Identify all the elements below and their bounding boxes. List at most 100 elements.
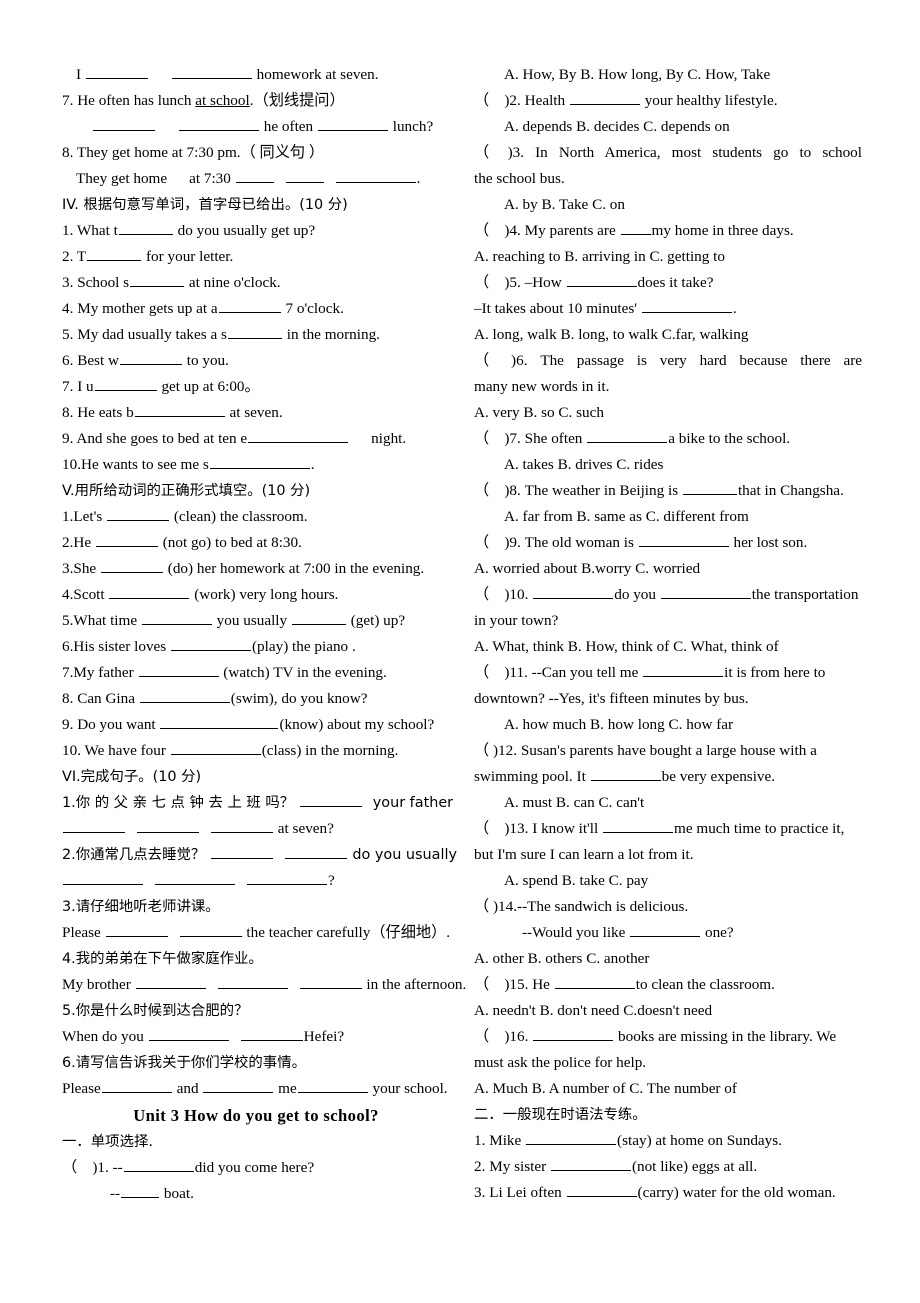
answer-blank[interactable] bbox=[63, 820, 125, 833]
choice-line[interactable]: A. by B. Take C. on bbox=[474, 192, 862, 218]
answer-bracket[interactable]: （ )2. Health bbox=[474, 92, 565, 109]
answer-blank[interactable] bbox=[134, 404, 225, 417]
answer-bracket[interactable]: （ )16. bbox=[474, 1028, 528, 1045]
answer-blank[interactable] bbox=[590, 768, 661, 781]
choice-line[interactable]: A. long, walk B. long, to walk C.far, wa… bbox=[474, 322, 862, 348]
choice-line[interactable]: A. far from B. same as C. different from bbox=[474, 504, 862, 530]
answer-bracket[interactable]: （ )4. My parents are bbox=[474, 222, 616, 239]
answer-blank[interactable] bbox=[121, 1185, 160, 1198]
answer-blank[interactable] bbox=[139, 690, 230, 703]
answer-blank[interactable] bbox=[299, 794, 362, 807]
answer-blank[interactable] bbox=[638, 534, 729, 547]
answer-blank[interactable] bbox=[227, 326, 282, 339]
answer-bracket[interactable]: （ )10. bbox=[474, 586, 528, 603]
answer-blank[interactable] bbox=[554, 976, 635, 989]
line-text: A. How, By B. How long, By C. How, Take bbox=[504, 66, 771, 83]
answer-blank[interactable] bbox=[179, 924, 242, 937]
answer-blank[interactable] bbox=[248, 430, 349, 443]
answer-blank[interactable] bbox=[620, 222, 651, 235]
line-text: 6. Best w bbox=[62, 352, 119, 369]
answer-bracket[interactable]: （ )1. -- bbox=[62, 1159, 123, 1176]
question-line: （ )16. books are missing in the library.… bbox=[474, 1024, 862, 1050]
answer-blank[interactable] bbox=[569, 92, 640, 105]
choice-line[interactable]: A. spend B. take C. pay bbox=[474, 868, 862, 894]
answer-blank[interactable] bbox=[284, 846, 347, 859]
choice-line[interactable]: A. depends B. decides C. depends on bbox=[474, 114, 862, 140]
choice-line[interactable]: A. What, think B. How, think of C. What,… bbox=[474, 634, 862, 660]
answer-bracket[interactable]: （ )11. --Can you tell me bbox=[474, 664, 638, 681]
answer-blank[interactable] bbox=[211, 820, 273, 833]
answer-blank[interactable] bbox=[138, 664, 219, 677]
answer-blank[interactable] bbox=[123, 1159, 194, 1172]
answer-blank[interactable] bbox=[299, 976, 362, 989]
answer-blank[interactable] bbox=[566, 1184, 637, 1197]
answer-blank[interactable] bbox=[218, 300, 281, 313]
choice-line[interactable]: A. reaching to B. arriving in C. getting… bbox=[474, 244, 862, 270]
answer-blank[interactable] bbox=[297, 1080, 368, 1093]
answer-blank[interactable] bbox=[130, 274, 185, 287]
answer-blank[interactable] bbox=[533, 1028, 614, 1041]
answer-blank[interactable] bbox=[240, 1028, 303, 1041]
answer-blank[interactable] bbox=[235, 170, 274, 183]
answer-blank[interactable] bbox=[137, 820, 199, 833]
choice-line[interactable]: A. takes B. drives C. rides bbox=[474, 452, 862, 478]
answer-blank[interactable] bbox=[533, 586, 614, 599]
answer-blank[interactable] bbox=[171, 638, 251, 651]
answer-bracket[interactable]: （ )7. She often bbox=[474, 430, 582, 447]
answer-blank[interactable] bbox=[566, 274, 637, 287]
answer-blank[interactable] bbox=[630, 924, 701, 937]
choice-line[interactable]: A. must B. can C. can't bbox=[474, 790, 862, 816]
answer-blank[interactable] bbox=[203, 1080, 274, 1093]
answer-blank[interactable] bbox=[335, 170, 416, 183]
answer-blank[interactable] bbox=[217, 976, 288, 989]
answer-blank[interactable] bbox=[119, 352, 182, 365]
answer-blank[interactable] bbox=[210, 846, 273, 859]
answer-blank[interactable] bbox=[641, 300, 732, 313]
answer-blank[interactable] bbox=[643, 664, 724, 677]
answer-blank[interactable] bbox=[587, 430, 668, 443]
answer-blank[interactable] bbox=[93, 118, 155, 131]
answer-blank[interactable] bbox=[135, 976, 206, 989]
answer-blank[interactable] bbox=[660, 586, 751, 599]
answer-blank[interactable] bbox=[160, 716, 279, 729]
answer-blank[interactable] bbox=[526, 1132, 617, 1145]
line-text: 6.请写信告诉我关于你们学校的事情。 bbox=[62, 1055, 306, 1071]
answer-bracket[interactable]: （ )5. –How bbox=[474, 274, 562, 291]
answer-blank[interactable] bbox=[101, 1080, 172, 1093]
choice-line[interactable]: A. Much B. A number of C. The number of bbox=[474, 1076, 862, 1102]
answer-blank[interactable] bbox=[171, 66, 252, 79]
answer-blank[interactable] bbox=[95, 534, 158, 547]
answer-blank[interactable] bbox=[209, 456, 310, 469]
choice-line[interactable]: A. other B. others C. another bbox=[474, 946, 862, 972]
answer-blank[interactable] bbox=[105, 924, 168, 937]
answer-bracket[interactable]: （ )8. The weather in Beijing is bbox=[474, 482, 678, 499]
choice-line[interactable]: A. very B. so C. such bbox=[474, 400, 862, 426]
answer-blank[interactable] bbox=[550, 1158, 631, 1171]
answer-blank[interactable] bbox=[141, 612, 212, 625]
answer-blank[interactable] bbox=[285, 170, 324, 183]
answer-blank[interactable] bbox=[118, 222, 173, 235]
answer-blank[interactable] bbox=[682, 482, 737, 495]
answer-bracket[interactable]: （ )9. The old woman is bbox=[474, 534, 634, 551]
answer-blank[interactable] bbox=[179, 118, 259, 131]
answer-blank[interactable] bbox=[247, 872, 327, 885]
answer-blank[interactable] bbox=[94, 378, 157, 391]
answer-blank[interactable] bbox=[87, 248, 142, 261]
answer-blank[interactable] bbox=[109, 586, 190, 599]
choice-line[interactable]: A. how much B. how long C. how far bbox=[474, 712, 862, 738]
answer-blank[interactable] bbox=[317, 118, 388, 131]
answer-blank[interactable] bbox=[603, 820, 674, 833]
answer-blank[interactable] bbox=[291, 612, 346, 625]
answer-blank[interactable] bbox=[63, 872, 143, 885]
answer-blank[interactable] bbox=[148, 1028, 229, 1041]
answer-bracket[interactable]: （ )13. I know it'll bbox=[474, 820, 598, 837]
answer-blank[interactable] bbox=[100, 560, 163, 573]
answer-bracket[interactable]: （ )15. He bbox=[474, 976, 550, 993]
choice-line[interactable]: A. How, By B. How long, By C. How, Take bbox=[474, 62, 862, 88]
choice-line[interactable]: A. worried about B.worry C. worried bbox=[474, 556, 862, 582]
answer-blank[interactable] bbox=[107, 508, 170, 521]
answer-blank[interactable] bbox=[155, 872, 235, 885]
choice-line[interactable]: A. needn't B. don't need C.doesn't need bbox=[474, 998, 862, 1024]
answer-blank[interactable] bbox=[170, 742, 261, 755]
answer-blank[interactable] bbox=[85, 66, 148, 79]
